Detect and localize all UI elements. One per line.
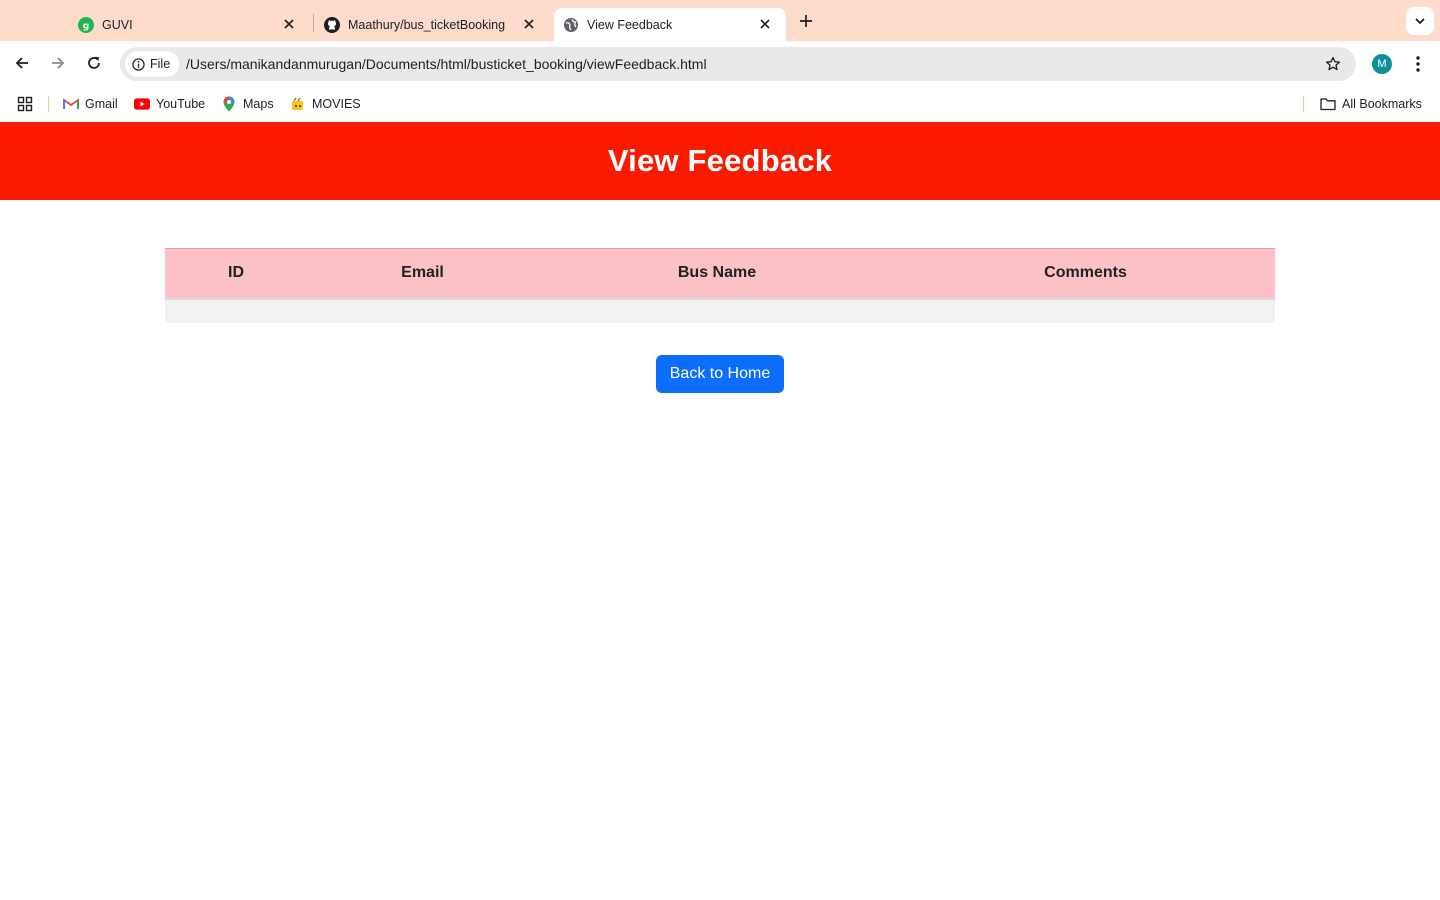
bookmark-separator (1303, 96, 1304, 112)
empty-table-row (165, 298, 1275, 323)
address-bar[interactable]: File /Users/manikandanmurugan/Documents/… (120, 47, 1356, 81)
bookmark-label: Gmail (85, 97, 118, 111)
kebab-menu-icon (1416, 56, 1420, 72)
reload-button[interactable] (81, 50, 107, 76)
all-bookmarks-label: All Bookmarks (1342, 97, 1422, 111)
page-content: View Feedback ID Email Bus Name Comments… (0, 122, 1440, 900)
table-header-row: ID Email Bus Name Comments (165, 248, 1275, 299)
globe-icon (563, 17, 579, 33)
close-tab-icon[interactable] (520, 15, 538, 33)
new-tab-button[interactable] (795, 10, 817, 32)
bookmark-star-icon[interactable] (1324, 55, 1342, 73)
chip-label: File (150, 57, 171, 71)
feedback-table: ID Email Bus Name Comments (165, 248, 1275, 323)
bookmark-separator (48, 96, 49, 112)
tab-title: Maathury/bus_ticketBooking (348, 17, 506, 32)
back-button[interactable] (9, 50, 35, 76)
tab-view-feedback[interactable]: View Feedback (554, 8, 786, 41)
bookmark-youtube[interactable]: YouTube (134, 94, 205, 114)
folder-icon (1320, 96, 1336, 112)
bookmark-maps[interactable]: Maps (221, 94, 274, 114)
apps-grid-icon (17, 96, 33, 112)
bookmark-label: MOVIES (312, 97, 361, 111)
browser-menu-button[interactable] (1408, 54, 1428, 74)
tab-title: View Feedback (587, 17, 673, 32)
bookmarks-bar: Gmail YouTube Maps MOVIES All Bookmarks (0, 86, 1440, 122)
info-icon (132, 57, 145, 71)
page-title: View Feedback (607, 143, 833, 178)
youtube-icon (134, 96, 150, 112)
profile-initial: M (1377, 58, 1387, 70)
reload-icon (88, 56, 100, 69)
column-header-comments: Comments (1044, 264, 1127, 282)
movies-icon (290, 96, 306, 112)
column-header-id: ID (228, 264, 244, 282)
tab-strip: g GUVI Maathury/bus_ticketBooking View F… (0, 0, 1440, 41)
chevron-down-icon (1415, 18, 1425, 25)
guvi-logo-icon: g (78, 16, 94, 33)
browser-toolbar: File /Users/manikandanmurugan/Documents/… (0, 41, 1440, 86)
column-header-email: Email (401, 264, 444, 282)
bookmark-movies[interactable]: MOVIES (290, 94, 361, 114)
tab-github[interactable]: Maathury/bus_ticketBooking (316, 8, 550, 41)
url-text[interactable]: /Users/manikandanmurugan/Documents/html/… (186, 56, 707, 72)
table-body (165, 298, 1275, 323)
maps-icon (221, 96, 237, 112)
page-header: View Feedback (0, 122, 1440, 200)
apps-button[interactable] (17, 94, 33, 114)
github-icon (324, 16, 340, 33)
arrow-left-icon (15, 57, 28, 69)
site-info-chip[interactable]: File (125, 51, 180, 77)
plus-icon (800, 15, 812, 27)
tab-guvi[interactable]: g GUVI (78, 8, 310, 41)
tab-search-button[interactable] (1406, 7, 1434, 35)
tab-title: GUVI (102, 17, 133, 32)
back-to-home-button[interactable]: Back to Home (656, 355, 784, 393)
profile-avatar[interactable]: M (1372, 54, 1392, 74)
gmail-icon (63, 96, 79, 112)
bookmark-label: YouTube (156, 97, 206, 111)
forward-button[interactable] (45, 50, 71, 76)
close-tab-icon[interactable] (280, 15, 298, 33)
svg-text:g: g (83, 21, 89, 31)
tab-separator (313, 14, 314, 32)
bookmark-gmail[interactable]: Gmail (63, 94, 118, 114)
arrow-right-icon (52, 57, 65, 69)
column-header-bus-name: Bus Name (677, 264, 757, 282)
all-bookmarks-button[interactable]: All Bookmarks (1320, 94, 1422, 114)
close-tab-icon[interactable] (756, 15, 774, 33)
bookmark-label: Maps (243, 97, 274, 111)
